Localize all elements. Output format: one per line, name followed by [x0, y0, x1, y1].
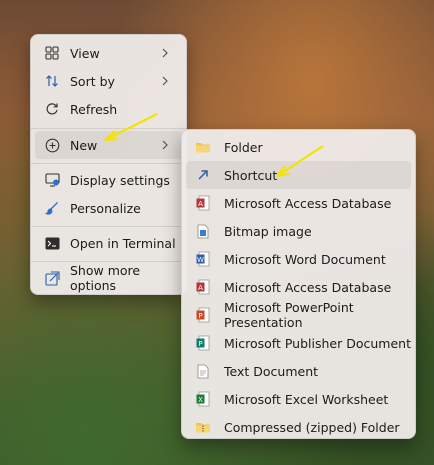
- menu-item-view[interactable]: View: [35, 39, 182, 67]
- submenu-item-text-document[interactable]: Text Document: [186, 357, 411, 385]
- view-grid-icon: [44, 45, 60, 61]
- submenu-item-label: Shortcut: [224, 167, 278, 183]
- submenu-item-label: Microsoft Access Database: [224, 279, 392, 295]
- menu-item-label: Personalize: [70, 200, 141, 216]
- svg-text:P: P: [198, 340, 202, 348]
- menu-item-label: Refresh: [70, 101, 118, 117]
- zip-folder-icon: [195, 419, 211, 435]
- menu-item-label: Show more options: [70, 263, 141, 293]
- show-more-options-icon: [44, 270, 60, 286]
- bitmap-icon: [195, 223, 211, 239]
- svg-text:A: A: [198, 284, 203, 292]
- chevron-right-icon: [162, 140, 168, 150]
- menu-separator: [31, 128, 186, 129]
- submenu-item-word-document[interactable]: W Microsoft Word Document: [186, 245, 411, 273]
- word-icon: W: [195, 251, 211, 267]
- submenu-item-folder[interactable]: Folder: [186, 133, 411, 161]
- submenu-item-compressed-folder[interactable]: Compressed (zipped) Folder: [186, 413, 411, 441]
- menu-item-label: View: [70, 45, 100, 61]
- menu-item-show-more-options[interactable]: Show more options: [35, 263, 182, 293]
- svg-text:A: A: [198, 200, 203, 208]
- menu-item-label: Display settings: [70, 172, 170, 188]
- menu-item-refresh[interactable]: Refresh: [35, 95, 182, 123]
- menu-item-label: Open in Terminal: [70, 235, 176, 251]
- submenu-item-bitmap-image[interactable]: Bitmap image: [186, 217, 411, 245]
- svg-text:X: X: [198, 396, 203, 404]
- submenu-item-label: Microsoft PowerPoint Presentation: [224, 300, 354, 330]
- menu-separator: [31, 163, 186, 164]
- menu-separator: [31, 226, 186, 227]
- submenu-item-label: Bitmap image: [224, 223, 312, 239]
- submenu-item-excel-worksheet[interactable]: X Microsoft Excel Worksheet: [186, 385, 411, 413]
- menu-item-label: Sort by: [70, 73, 115, 89]
- menu-separator: [31, 261, 186, 262]
- menu-item-personalize[interactable]: Personalize: [35, 194, 182, 222]
- submenu-item-label: Compressed (zipped) Folder: [224, 419, 400, 435]
- svg-text:W: W: [197, 256, 204, 264]
- menu-item-sort-by[interactable]: Sort by: [35, 67, 182, 95]
- submenu-item-label: Folder: [224, 139, 263, 155]
- submenu-item-label: Text Document: [224, 363, 319, 379]
- submenu-item-shortcut[interactable]: Shortcut: [186, 161, 411, 189]
- powerpoint-icon: P: [195, 307, 211, 323]
- chevron-right-icon: [162, 76, 168, 86]
- excel-icon: X: [195, 391, 211, 407]
- new-submenu: Folder Shortcut A Microsoft Access Datab…: [181, 129, 416, 439]
- submenu-item-label: Microsoft Word Document: [224, 251, 386, 267]
- access-icon: A: [195, 279, 211, 295]
- submenu-item-access-database-2[interactable]: A Microsoft Access Database: [186, 273, 411, 301]
- menu-item-label: New: [70, 137, 98, 153]
- sort-icon: [44, 73, 60, 89]
- publisher-icon: P: [195, 335, 211, 351]
- access-icon: A: [195, 195, 211, 211]
- display-settings-icon: [44, 172, 60, 188]
- menu-item-open-in-terminal[interactable]: Open in Terminal: [35, 229, 182, 257]
- submenu-item-label: Microsoft Excel Worksheet: [224, 391, 389, 407]
- terminal-icon: [44, 235, 60, 251]
- submenu-item-label: Microsoft Access Database: [224, 195, 392, 211]
- submenu-item-powerpoint-presentation[interactable]: P Microsoft PowerPoint Presentation: [186, 300, 411, 330]
- submenu-item-publisher-document[interactable]: P Microsoft Publisher Document: [186, 329, 411, 357]
- desktop-context-menu: View Sort by Refresh New Display setting…: [30, 34, 187, 295]
- text-document-icon: [195, 363, 211, 379]
- menu-item-display-settings[interactable]: Display settings: [35, 166, 182, 194]
- refresh-icon: [44, 101, 60, 117]
- chevron-right-icon: [162, 48, 168, 58]
- folder-icon: [195, 139, 211, 155]
- svg-text:P: P: [198, 312, 202, 320]
- menu-item-new[interactable]: New: [35, 131, 182, 159]
- personalize-brush-icon: [44, 200, 60, 216]
- submenu-item-label: Microsoft Publisher Document: [224, 335, 411, 351]
- submenu-item-access-database[interactable]: A Microsoft Access Database: [186, 189, 411, 217]
- new-plus-icon: [44, 137, 60, 153]
- shortcut-icon: [195, 167, 211, 183]
